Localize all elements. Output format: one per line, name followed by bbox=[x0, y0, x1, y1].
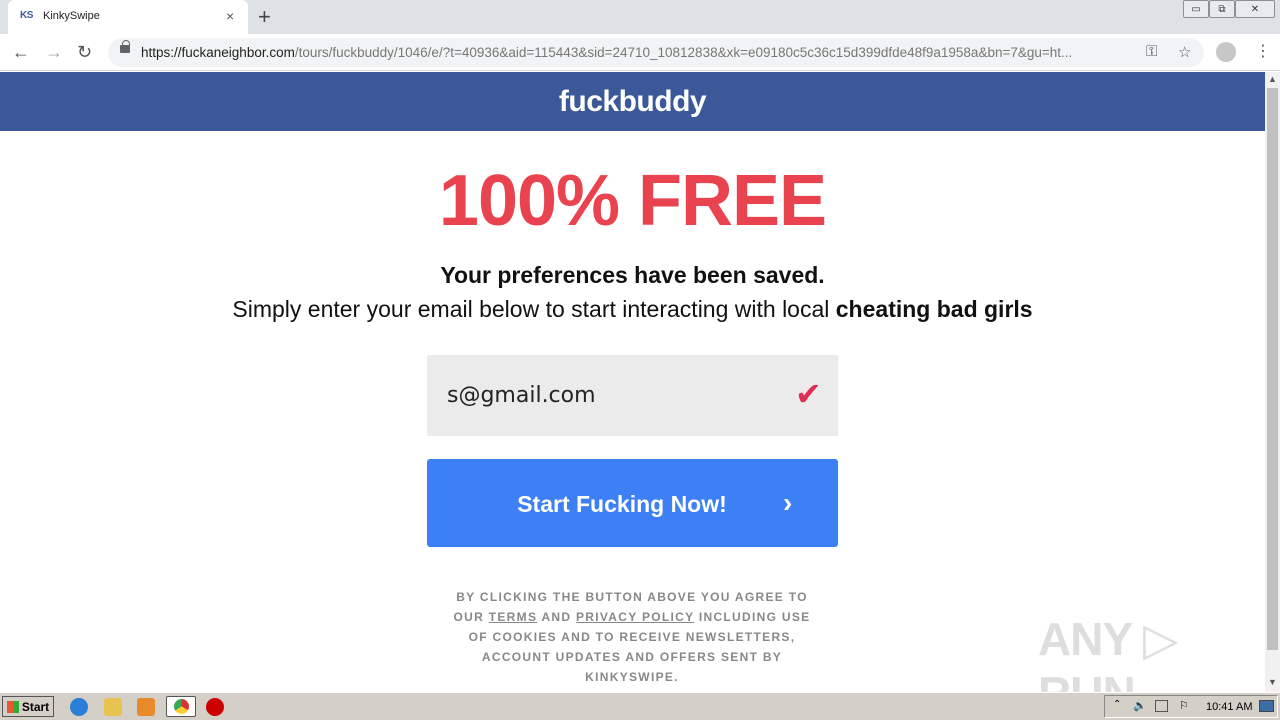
media-player-icon[interactable] bbox=[137, 698, 155, 716]
url-path: /tours/fuckbuddy/1046/e/?t=40936&aid=115… bbox=[294, 45, 1073, 60]
windows-logo-icon bbox=[6, 700, 19, 713]
chrome-icon bbox=[174, 699, 189, 714]
key-icon[interactable]: ⚿ bbox=[1146, 43, 1157, 60]
start-button[interactable]: Start Fucking Now! › bbox=[427, 459, 838, 547]
start-button[interactable]: Start bbox=[2, 696, 54, 717]
forward-button[interactable]: → bbox=[45, 41, 63, 63]
tab-title: KinkySwipe bbox=[43, 10, 100, 22]
explorer-icon[interactable] bbox=[104, 698, 122, 716]
flag-icon[interactable]: ⚐ bbox=[1179, 699, 1189, 712]
lock-icon bbox=[120, 40, 130, 53]
subtitle-text: Simply enter your email below to start i… bbox=[232, 296, 836, 322]
url-host: https://fuckaneighbor.com bbox=[141, 45, 295, 60]
show-desktop-icon[interactable] bbox=[1259, 700, 1274, 712]
windows-taskbar: Start ⌃ 🔈 ⚐ 10:41 AM bbox=[0, 692, 1280, 720]
tab-strip: KS KinkySwipe × + ▭ ⧉ ✕ bbox=[0, 0, 1280, 34]
url-text[interactable]: https://fuckaneighbor.com/tours/fuckbudd… bbox=[141, 45, 1131, 60]
start-button-label: Start Fucking Now! bbox=[517, 491, 727, 517]
network-icon[interactable] bbox=[1155, 700, 1168, 712]
privacy-policy-link[interactable]: PRIVACY POLICY bbox=[576, 610, 694, 624]
close-window-button[interactable]: ✕ bbox=[1235, 0, 1275, 18]
checkmark-icon: ✔ bbox=[795, 376, 822, 412]
stop-icon[interactable] bbox=[206, 698, 224, 716]
tray-expand-icon[interactable]: ⌃ bbox=[1113, 699, 1121, 710]
restore-button[interactable]: ⧉ bbox=[1209, 0, 1235, 18]
saved-message: Your preferences have been saved. bbox=[440, 262, 825, 288]
page-viewport: fuckbuddy 100% FREE Your preferences hav… bbox=[0, 72, 1265, 692]
tab-close-icon[interactable]: × bbox=[226, 8, 234, 24]
minimize-button[interactable]: ▭ bbox=[1183, 0, 1209, 18]
headline: 100% FREE bbox=[438, 161, 827, 241]
volume-icon[interactable]: 🔈 bbox=[1133, 699, 1147, 712]
new-tab-button[interactable]: + bbox=[258, 4, 271, 30]
header-banner: fuckbuddy bbox=[0, 72, 1265, 131]
bookmark-star-icon[interactable]: ☆ bbox=[1178, 43, 1191, 61]
page-scrollbar[interactable]: ▲ ▼ bbox=[1265, 72, 1280, 692]
browser-menu-icon[interactable]: ⋮ bbox=[1255, 41, 1271, 61]
subtitle: Simply enter your email below to start i… bbox=[0, 296, 1265, 323]
address-bar[interactable]: https://fuckaneighbor.com/tours/fuckbudd… bbox=[108, 38, 1204, 67]
email-field[interactable] bbox=[447, 379, 767, 411]
site-favicon-icon: KS bbox=[20, 10, 33, 21]
brand-logo[interactable]: fuckbuddy bbox=[559, 85, 707, 119]
subtitle-bold: cheating bad girls bbox=[835, 296, 1033, 322]
legal-disclaimer: BY CLICKING THE BUTTON ABOVE YOU AGREE T… bbox=[452, 587, 812, 687]
reload-button[interactable]: ↻ bbox=[77, 41, 92, 63]
clock[interactable]: 10:41 AM bbox=[1206, 701, 1252, 713]
scroll-up-icon[interactable]: ▲ bbox=[1268, 74, 1277, 84]
chrome-taskbar-button[interactable] bbox=[166, 696, 196, 717]
browser-tab[interactable]: KS KinkySwipe × bbox=[8, 0, 248, 34]
back-button[interactable]: ← bbox=[12, 41, 30, 63]
email-field-container: ✔ bbox=[427, 355, 838, 436]
scroll-thumb[interactable] bbox=[1267, 88, 1278, 650]
terms-link[interactable]: TERMS bbox=[489, 610, 538, 624]
chevron-right-icon: › bbox=[783, 487, 793, 518]
legal-and: AND bbox=[537, 610, 576, 624]
start-label: Start bbox=[21, 699, 50, 714]
browser-toolbar: ← → ↻ https://fuckaneighbor.com/tours/fu… bbox=[0, 34, 1280, 71]
ie-icon[interactable] bbox=[70, 698, 88, 716]
profile-avatar[interactable] bbox=[1216, 42, 1236, 62]
